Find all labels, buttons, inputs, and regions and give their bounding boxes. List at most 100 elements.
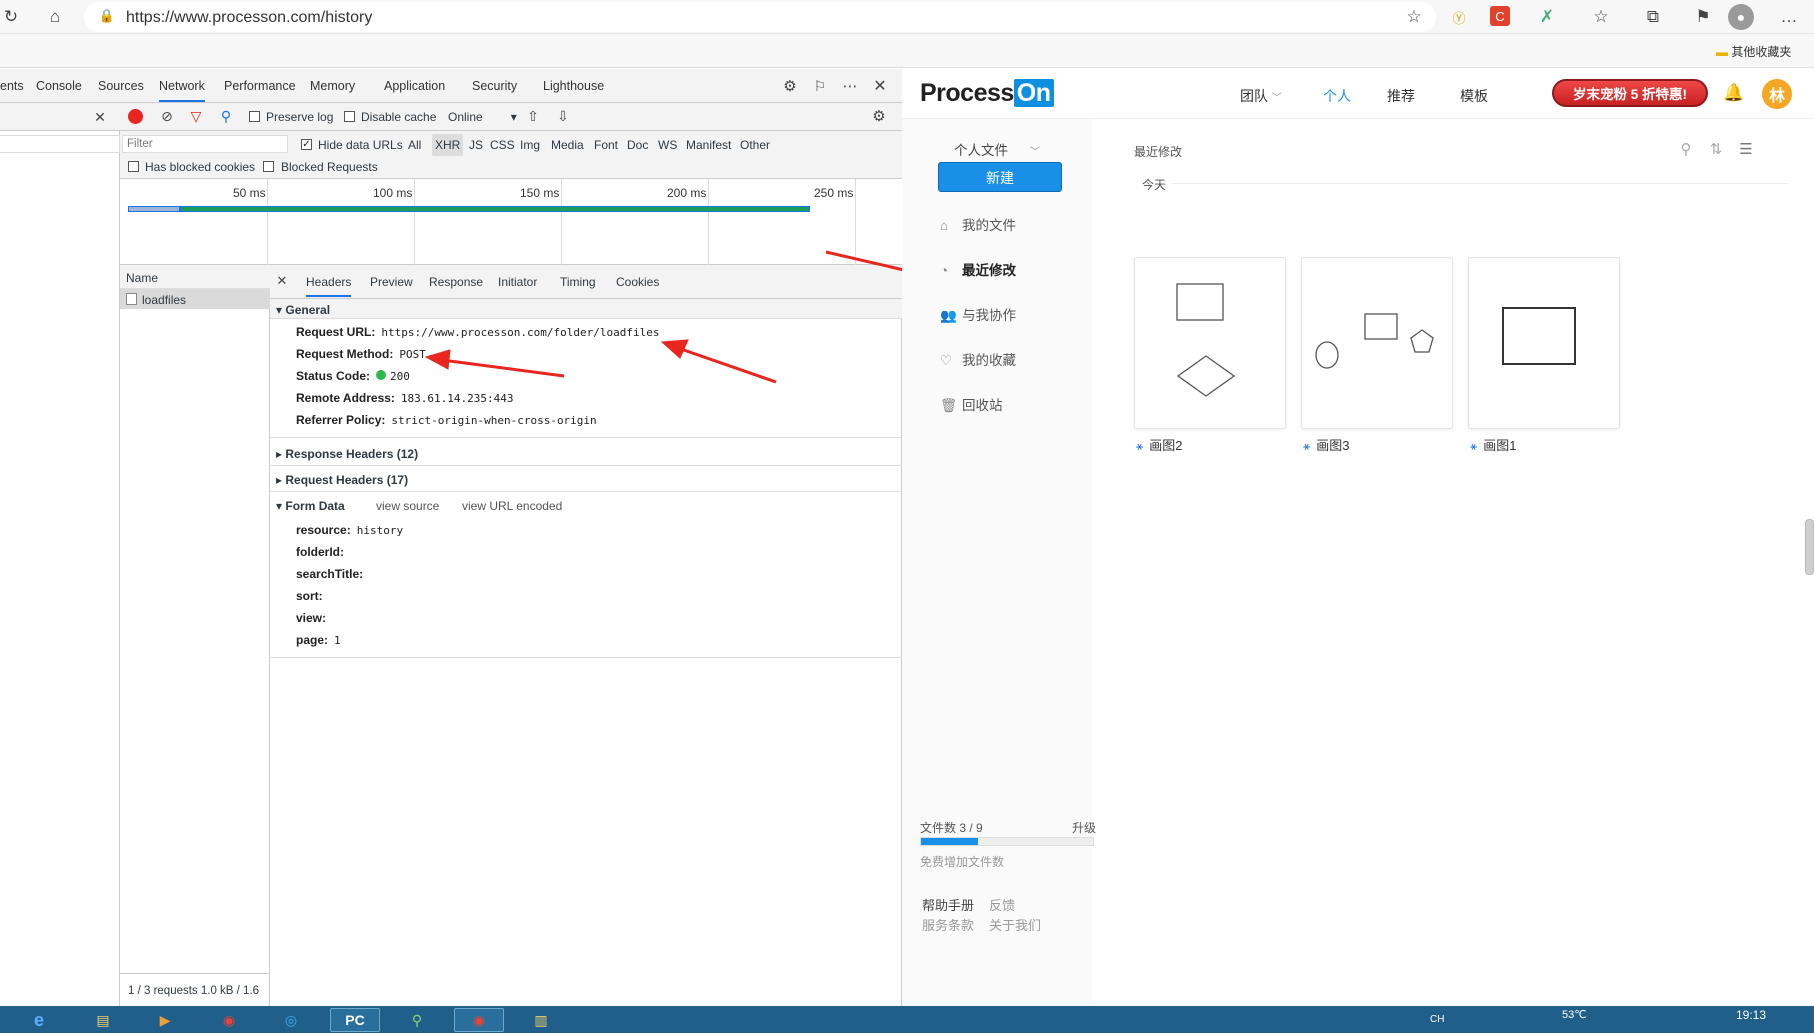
nav-personal[interactable]: 个人 bbox=[1323, 86, 1351, 106]
tab-memory[interactable]: Memory bbox=[310, 79, 355, 93]
preserve-log-checkbox[interactable] bbox=[249, 111, 260, 122]
feedback-link[interactable]: 反馈 bbox=[989, 895, 1015, 914]
favorites-folder[interactable]: ▬ 其他收藏夹 bbox=[1716, 43, 1791, 60]
free-increase-link[interactable]: 免费增加文件数 bbox=[920, 853, 1004, 870]
tab-application[interactable]: Application bbox=[384, 79, 445, 93]
tab-sources[interactable]: Sources bbox=[98, 79, 144, 93]
folder-select[interactable]: 个人文件 ﹀ bbox=[954, 139, 1040, 159]
type-manifest[interactable]: Manifest bbox=[686, 138, 731, 152]
import-har-icon[interactable]: ⇧ bbox=[524, 107, 542, 125]
sidebar-item-recent[interactable]: ◔ 最近修改 bbox=[940, 259, 1016, 279]
tab-cookies[interactable]: Cookies bbox=[616, 275, 659, 289]
type-ws[interactable]: WS bbox=[658, 138, 677, 152]
nav-team[interactable]: 团队 ﹀ bbox=[1240, 86, 1282, 106]
export-har-icon[interactable]: ⇩ bbox=[554, 107, 572, 125]
sidebar-item-shared[interactable]: 👥 与我协作 bbox=[940, 304, 1016, 324]
collections-icon[interactable]: ⧉ bbox=[1642, 6, 1664, 28]
extension-c-icon[interactable]: C bbox=[1490, 6, 1510, 26]
diagram-name[interactable]: ⚹ 画图3 bbox=[1303, 435, 1349, 454]
terms-link[interactable]: 服务条款 bbox=[922, 915, 974, 934]
extension-y-icon[interactable]: Ⓨ bbox=[1448, 6, 1470, 28]
nav-recommend[interactable]: 推荐 bbox=[1387, 86, 1415, 106]
type-all[interactable]: All bbox=[408, 138, 421, 152]
tab-initiator[interactable]: Initiator bbox=[498, 275, 537, 289]
clear-icon[interactable]: ⊘ bbox=[158, 107, 176, 125]
tab-headers[interactable]: Headers bbox=[306, 275, 352, 297]
processon-logo[interactable]: Process On bbox=[920, 79, 1054, 108]
bell-icon[interactable]: 🔔 bbox=[1723, 83, 1744, 103]
type-other[interactable]: Other bbox=[740, 138, 770, 152]
sidebar-item-trash[interactable]: 🗑 回收站 bbox=[940, 394, 1003, 414]
new-button[interactable]: 新建 bbox=[938, 162, 1062, 192]
page-scrollbar[interactable] bbox=[1805, 519, 1814, 575]
hide-data-urls-checkbox[interactable]: ✓ bbox=[301, 139, 312, 150]
chrome-active-icon[interactable]: ◉ bbox=[454, 1008, 504, 1032]
sidebar-item-favorites[interactable]: ♡ 我的收藏 bbox=[940, 349, 1016, 369]
close-devtools-icon[interactable]: ✕ bbox=[870, 76, 890, 96]
blocked-requests-checkbox[interactable] bbox=[263, 161, 274, 172]
tab-elements[interactable]: ents bbox=[0, 79, 24, 93]
favorites-icon[interactable]: ☆ bbox=[1590, 6, 1612, 28]
response-headers-toggle[interactable]: ▸ Response Headers (12) bbox=[276, 447, 418, 461]
address-bar[interactable]: 🔒 https://www.processon.com/history ☆ bbox=[84, 2, 1436, 32]
close-filter-icon[interactable]: ✕ bbox=[90, 107, 110, 127]
list-view-icon[interactable]: ☰ bbox=[1736, 139, 1756, 159]
clock-time[interactable]: 19:13 bbox=[1736, 1008, 1766, 1022]
help-link[interactable]: 帮助手册 bbox=[922, 895, 974, 914]
sort-icon[interactable]: ⇅ bbox=[1706, 139, 1726, 159]
profile-icon[interactable]: ● bbox=[1728, 4, 1754, 30]
pycharm-icon[interactable]: PC bbox=[330, 1008, 380, 1032]
feedback-icon[interactable]: ⚑ bbox=[1692, 6, 1714, 28]
search-icon[interactable]: ⚲ bbox=[1676, 139, 1696, 159]
type-media[interactable]: Media bbox=[551, 138, 584, 152]
explorer-icon[interactable]: ▤ bbox=[78, 1008, 128, 1032]
home-icon[interactable]: ⌂ bbox=[44, 6, 66, 28]
avatar[interactable]: 林 bbox=[1762, 79, 1792, 109]
nav-templates[interactable]: 模板 bbox=[1460, 86, 1488, 106]
filter-input[interactable]: Filter bbox=[122, 135, 288, 153]
type-js[interactable]: JS bbox=[469, 138, 483, 152]
diagram-name[interactable]: ⚹ 画图2 bbox=[1136, 435, 1182, 454]
diagram-card[interactable] bbox=[1134, 257, 1286, 429]
filter-icon[interactable]: ▽ bbox=[187, 107, 205, 125]
request-headers-toggle[interactable]: ▸ Request Headers (17) bbox=[276, 473, 408, 487]
type-font[interactable]: Font bbox=[594, 138, 618, 152]
view-url-encoded-link[interactable]: view URL encoded bbox=[462, 499, 562, 513]
disable-cache-checkbox[interactable] bbox=[344, 111, 355, 122]
tab-timing[interactable]: Timing bbox=[560, 275, 596, 289]
type-css[interactable]: CSS bbox=[490, 138, 515, 152]
tab-security[interactable]: Security bbox=[472, 79, 517, 93]
type-img[interactable]: Img bbox=[520, 138, 540, 152]
about-link[interactable]: 关于我们 bbox=[989, 915, 1041, 934]
media-player-icon[interactable]: ▶ bbox=[140, 1008, 190, 1032]
diagram-name[interactable]: ⚹ 画图1 bbox=[1470, 435, 1516, 454]
tab-lighthouse[interactable]: Lighthouse bbox=[543, 79, 604, 93]
input-language[interactable]: CH bbox=[1430, 1014, 1444, 1025]
tab-network[interactable]: Network bbox=[159, 79, 205, 102]
throttle-select[interactable]: Online ▾ bbox=[448, 110, 517, 124]
settings-gear-icon[interactable]: ⚙ bbox=[780, 76, 800, 96]
has-blocked-cookies-checkbox[interactable] bbox=[128, 161, 139, 172]
search-icon[interactable]: ⚲ bbox=[217, 107, 235, 125]
record-icon[interactable] bbox=[128, 109, 143, 124]
left-filter-input[interactable] bbox=[0, 135, 120, 153]
tab-preview[interactable]: Preview bbox=[370, 275, 413, 289]
feedback-icon[interactable]: ⚐ bbox=[810, 76, 830, 96]
name-header[interactable]: Name bbox=[120, 265, 270, 289]
tab-console[interactable]: Console bbox=[36, 79, 82, 93]
type-doc[interactable]: Doc bbox=[627, 138, 648, 152]
close-detail-icon[interactable]: ✕ bbox=[274, 273, 290, 289]
ie-icon[interactable]: e bbox=[14, 1008, 64, 1032]
chrome-icon[interactable]: ◉ bbox=[204, 1008, 254, 1032]
edge-icon[interactable]: ◎ bbox=[266, 1008, 316, 1032]
network-settings-icon[interactable]: ⚙ bbox=[870, 107, 888, 125]
diagram-card[interactable] bbox=[1468, 257, 1620, 429]
chart-app-icon[interactable]: ▥ bbox=[516, 1008, 566, 1032]
tab-performance[interactable]: Performance bbox=[224, 79, 296, 93]
type-xhr[interactable]: XHR bbox=[432, 134, 464, 156]
tab-response[interactable]: Response bbox=[429, 275, 483, 289]
view-source-link[interactable]: view source bbox=[376, 499, 439, 513]
favorite-star-icon[interactable]: ☆ bbox=[1404, 7, 1424, 27]
more-icon[interactable]: … bbox=[1778, 6, 1800, 28]
form-data-toggle[interactable]: ▾ Form Data bbox=[276, 499, 345, 513]
